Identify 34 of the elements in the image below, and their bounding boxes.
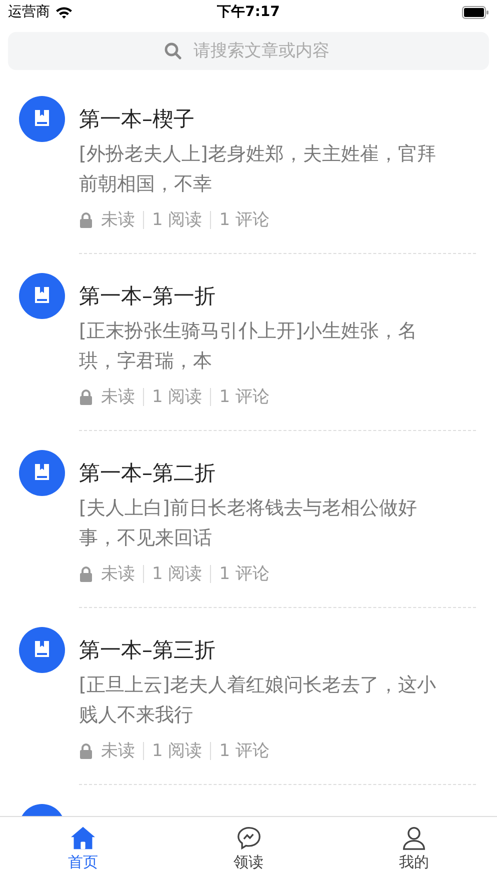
wifi-icon — [55, 6, 73, 18]
comment-count: 1 评论 — [219, 209, 270, 232]
read-status: 未读 — [101, 740, 135, 763]
book-icon — [19, 273, 65, 319]
comment-count: 1 评论 — [219, 740, 270, 763]
comment-count: 1 评论 — [219, 386, 270, 409]
read-count: 1 阅读 — [152, 209, 202, 232]
read-status: 未读 — [101, 563, 135, 586]
article-title[interactable]: 第一本–第三折 — [79, 627, 476, 673]
battery-icon — [462, 6, 489, 18]
book-icon — [19, 450, 65, 496]
read-status: 未读 — [101, 209, 135, 232]
article-excerpt: [正末扮张生骑马引仆上开]小生姓张，名珙，字君瑞，本 — [79, 319, 418, 374]
tab[interactable]: 领读 — [234, 826, 264, 872]
book-icon — [19, 627, 65, 673]
read-count: 1 阅读 — [152, 563, 202, 586]
read-count: 1 阅读 — [152, 386, 202, 409]
carrier: 运营商 — [8, 3, 50, 21]
clock: 下午7:17 — [217, 4, 280, 20]
chat-icon — [234, 826, 262, 850]
article-title[interactable]: 第一本–第一折 — [79, 273, 476, 319]
article-title[interactable]: 第一本–第二折 — [79, 450, 476, 496]
search-field[interactable]: 请搜索文章或内容 — [8, 32, 489, 70]
article-excerpt: [外扮老夫人上]老身姓郑，夫主姓崔，官拜前朝相国，不幸 — [79, 142, 437, 197]
read-status: 未读 — [101, 386, 135, 409]
comment-count: 1 评论 — [219, 563, 270, 586]
article-excerpt: [正旦上云]老夫人着红娘问长老去了，这小贱人不来我行 — [79, 673, 437, 728]
book-icon — [19, 96, 65, 142]
home-icon — [68, 826, 97, 850]
read-count: 1 阅读 — [152, 740, 202, 763]
tab[interactable]: 首页 — [68, 826, 98, 872]
tab[interactable]: 我的 — [399, 826, 430, 872]
article-excerpt: [夫人上白]前日长老将钱去与老相公做好事，不见来回话 — [79, 496, 418, 551]
article-title[interactable]: 第一本–楔子 — [79, 96, 476, 142]
